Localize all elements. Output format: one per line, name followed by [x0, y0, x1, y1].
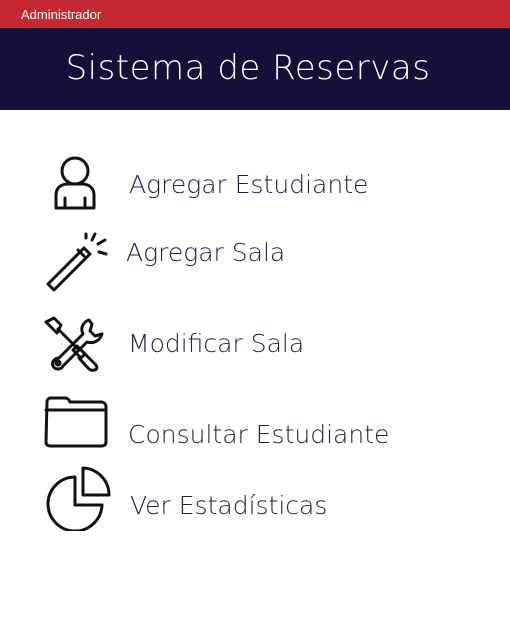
app-header: Sistema de Reservas — [0, 28, 510, 110]
menu-item-label: Consultar Estudiante — [128, 420, 390, 449]
user-role-label: Administrador — [21, 7, 102, 22]
menu-item-agregar-sala[interactable]: Agregar Sala — [40, 228, 460, 298]
top-bar: Administrador — [0, 0, 510, 28]
magic-wand-icon — [43, 230, 115, 300]
tools-icon — [43, 316, 115, 386]
menu-item-ver-estadisticas[interactable]: Ver Estadísticas — [40, 462, 460, 532]
menu-item-modificar-sala[interactable]: Modificar Sala — [40, 313, 460, 383]
menu-item-label: Agregar Estudiante — [129, 170, 369, 199]
menu-item-agregar-estudiante[interactable]: Agregar Estudiante — [40, 150, 460, 220]
pie-chart-icon — [45, 465, 117, 535]
menu-item-label: Agregar Sala — [126, 238, 286, 267]
folder-icon — [43, 396, 115, 466]
menu-item-consultar-estudiante[interactable]: Consultar Estudiante — [40, 393, 460, 463]
user-icon — [50, 154, 122, 224]
menu-item-label: Ver Estadísticas — [130, 491, 328, 520]
menu-item-label: Modificar Sala — [128, 329, 305, 358]
page-title: Sistema de Reservas — [65, 48, 431, 88]
